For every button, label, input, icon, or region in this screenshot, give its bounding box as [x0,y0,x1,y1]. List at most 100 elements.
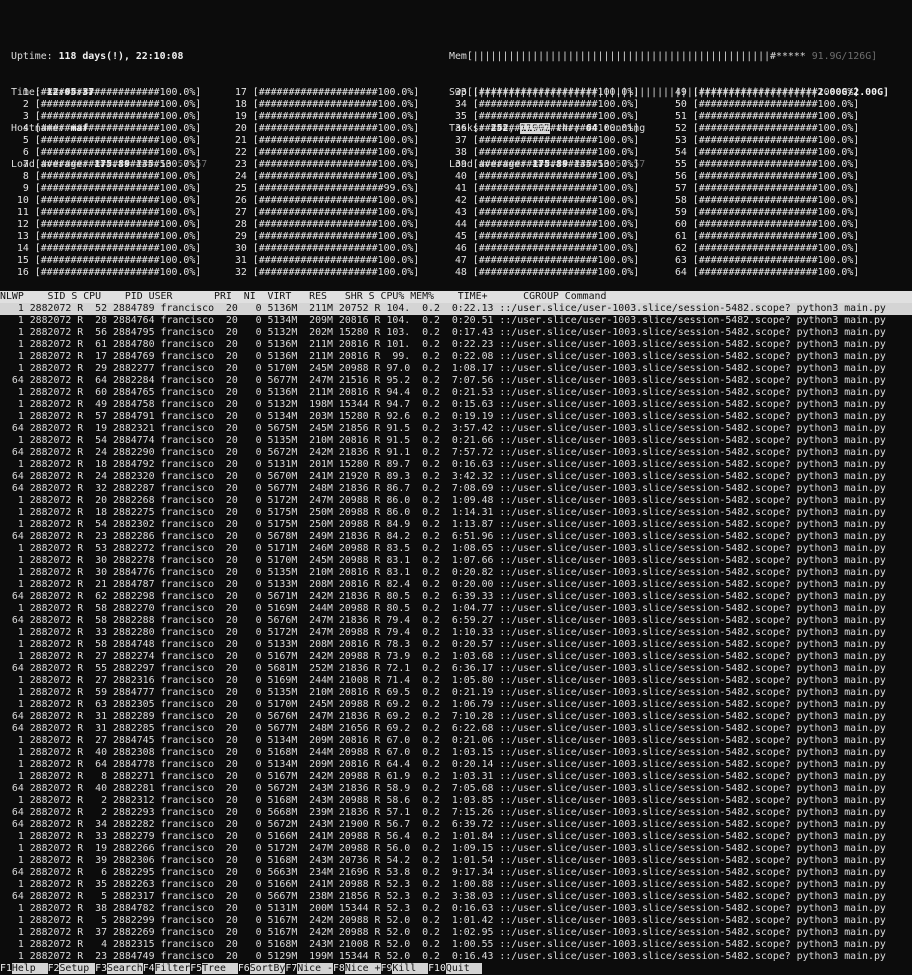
fkey-label: Kill [392,963,429,974]
process-row[interactable]: 64 2882072 R 62 2882298 francisco 20 0 5… [0,591,912,603]
cpu-meter: 44 [####################100.0%] [449,219,640,230]
process-row[interactable]: 1 2882072 R 2 2882312 francisco 20 0 516… [0,795,912,807]
process-row[interactable]: 1 2882072 R 29 2882277 francisco 20 0 51… [0,363,912,375]
process-row[interactable]: 64 2882072 R 2 2882293 francisco 20 0 56… [0,807,912,819]
process-row[interactable]: 64 2882072 R 5 2882317 francisco 20 0 56… [0,891,912,903]
process-row[interactable]: 1 2882072 R 19 2882266 francisco 20 0 51… [0,843,912,855]
cpu-meter: 58 [####################100.0%] [669,195,860,206]
cpu-meters: 1 [####################100.0%] 2 [######… [11,87,859,278]
process-row[interactable]: 64 2882072 R 31 2882289 francisco 20 0 5… [0,711,912,723]
process-row[interactable]: 64 2882072 R 24 2882290 francisco 20 0 5… [0,447,912,459]
cpu-meter: 14 [####################100.0%] [11,243,202,254]
process-row[interactable]: 1 2882072 R 21 2884787 francisco 20 0 51… [0,579,912,591]
process-row[interactable]: 64 2882072 R 64 2882284 francisco 20 0 5… [0,375,912,387]
fkey-search-button[interactable]: F3Search [95,963,143,974]
cpu-meter: 36 [####################100.0%] [449,123,640,134]
fkey-filter-button[interactable]: F4Filter [142,963,191,974]
process-row[interactable]: 1 2882072 R 4 2882315 francisco 20 0 516… [0,939,912,951]
process-row[interactable]: 64 2882072 R 6 2882295 francisco 20 0 56… [0,867,912,879]
process-column-header[interactable]: NLWP SID S CPU PID USER PRI NI VIRT RES … [0,291,912,303]
process-row[interactable]: 64 2882072 R 40 2882281 francisco 20 0 5… [0,783,912,795]
process-list[interactable]: 1 2882072 R 52 2884789 francisco 20 0 51… [0,303,912,963]
fkey-tree-button[interactable]: F5Tree [190,963,238,974]
process-row[interactable]: 1 2882072 R 30 2884776 francisco 20 0 51… [0,567,912,579]
process-row[interactable]: 1 2882072 R 60 2884765 francisco 20 0 51… [0,387,912,399]
fkey-quit-button[interactable]: F10Quit [428,963,482,974]
cpu-meter: 55 [####################100.0%] [669,159,860,170]
process-row[interactable]: 64 2882072 R 55 2882297 francisco 20 0 5… [0,663,912,675]
cpu-meter: 27 [####################100.0%] [229,207,420,218]
cpu-meter: 47 [####################100.0%] [449,255,640,266]
fkey-kill-button[interactable]: F9Kill [380,963,429,974]
process-row[interactable]: 1 2882072 R 53 2882272 francisco 20 0 51… [0,543,912,555]
process-row[interactable]: 1 2882072 R 52 2884789 francisco 20 0 51… [0,303,912,315]
process-row[interactable]: 1 2882072 R 54 2882302 francisco 20 0 51… [0,519,912,531]
process-row[interactable]: 64 2882072 R 24 2882320 francisco 20 0 5… [0,471,912,483]
process-row[interactable]: 64 2882072 R 32 2882287 francisco 20 0 5… [0,483,912,495]
cpu-meter: 37 [####################100.0%] [449,135,640,146]
cpu-meter: 12 [####################100.0%] [11,219,202,230]
process-row[interactable]: 1 2882072 R 23 2884749 francisco 20 0 51… [0,951,912,963]
process-row[interactable]: 64 2882072 R 34 2882282 francisco 20 0 5… [0,819,912,831]
process-row[interactable]: 1 2882072 R 5 2882299 francisco 20 0 516… [0,915,912,927]
process-row[interactable]: 1 2882072 R 64 2884778 francisco 20 0 51… [0,759,912,771]
cpu-meter: 51 [####################100.0%] [669,111,860,122]
cpu-meter: 20 [####################100.0%] [229,123,420,134]
process-row[interactable]: 1 2882072 R 33 2882279 francisco 20 0 51… [0,831,912,843]
fkey-label: Filter [154,963,191,974]
process-row[interactable]: 1 2882072 R 58 2884748 francisco 20 0 51… [0,639,912,651]
process-row[interactable]: 1 2882072 R 39 2882306 francisco 20 0 51… [0,855,912,867]
cpu-meter: 38 [####################100.0%] [449,147,640,158]
process-row[interactable]: 1 2882072 R 54 2884774 francisco 20 0 51… [0,435,912,447]
fkey-help-button[interactable]: F1Help [0,963,48,974]
fkey-label: Tree [202,963,238,974]
process-row[interactable]: 1 2882072 R 49 2884758 francisco 20 0 51… [0,399,912,411]
process-row[interactable]: 1 2882072 R 17 2884769 francisco 20 0 51… [0,351,912,363]
process-row[interactable]: 1 2882072 R 28 2884764 francisco 20 0 51… [0,315,912,327]
process-row[interactable]: 1 2882072 R 38 2884782 francisco 20 0 51… [0,903,912,915]
process-row[interactable]: 1 2882072 R 30 2882278 francisco 20 0 51… [0,555,912,567]
process-row[interactable]: 1 2882072 R 61 2884780 francisco 20 0 51… [0,339,912,351]
process-row[interactable]: 1 2882072 R 20 2882268 francisco 20 0 51… [0,495,912,507]
cpu-meter: 41 [####################100.0%] [449,183,640,194]
fkey-nice-button[interactable]: F8Nice + [332,963,381,974]
cpu-meter: 48 [####################100.0%] [449,267,640,278]
process-row[interactable]: 1 2882072 R 27 2882274 francisco 20 0 51… [0,651,912,663]
cpu-meter: 29 [####################100.0%] [229,231,420,242]
cpu-meter: 24 [####################100.0%] [229,171,420,182]
fkey-key: F1 [0,963,12,974]
process-row[interactable]: 1 2882072 R 35 2882263 francisco 20 0 51… [0,879,912,891]
fkey-label: Nice - [297,963,333,974]
process-row[interactable]: 1 2882072 R 27 2884745 francisco 20 0 51… [0,735,912,747]
cpu-meter: 18 [####################100.0%] [229,99,420,110]
process-row[interactable]: 1 2882072 R 27 2882316 francisco 20 0 51… [0,675,912,687]
process-row[interactable]: 1 2882072 R 57 2884791 francisco 20 0 51… [0,411,912,423]
process-row[interactable]: 1 2882072 R 18 2882275 francisco 20 0 51… [0,507,912,519]
fkey-nice-button[interactable]: F7Nice - [285,963,333,974]
process-row[interactable]: 1 2882072 R 58 2882270 francisco 20 0 51… [0,603,912,615]
cpu-meter: 15 [####################100.0%] [11,255,202,266]
cpu-meter: 52 [####################100.0%] [669,123,860,134]
process-row[interactable]: 64 2882072 R 23 2882286 francisco 20 0 5… [0,531,912,543]
process-row[interactable]: 1 2882072 R 56 2884795 francisco 20 0 51… [0,327,912,339]
process-row[interactable]: 64 2882072 R 58 2882288 francisco 20 0 5… [0,615,912,627]
fkey-setup-button[interactable]: F2Setup [47,963,96,974]
cpu-meter: 1 [####################100.0%] [11,87,202,98]
memory-meter: Mem[||||||||||||||||||||||||||||||||||||… [449,51,889,63]
process-row[interactable]: 64 2882072 R 31 2882285 francisco 20 0 5… [0,723,912,735]
cpu-meter: 50 [####################100.0%] [669,99,860,110]
fkey-key: F9 [380,963,393,974]
process-row[interactable]: 1 2882072 R 40 2882308 francisco 20 0 51… [0,747,912,759]
fkey-label: Setup [59,963,96,974]
process-row[interactable]: 1 2882072 R 33 2882280 francisco 20 0 51… [0,627,912,639]
process-row[interactable]: 1 2882072 R 37 2882269 francisco 20 0 51… [0,927,912,939]
process-row[interactable]: 1 2882072 R 59 2884777 francisco 20 0 51… [0,687,912,699]
process-row[interactable]: 1 2882072 R 18 2884792 francisco 20 0 51… [0,459,912,471]
process-row[interactable]: 64 2882072 R 19 2882321 francisco 20 0 5… [0,423,912,435]
uptime-value: 118 days(!), 22:10:08 [58,51,184,62]
fkey-sortby-button[interactable]: F6SortBy [237,963,286,974]
cpu-meter: 49 [####################100.0%] [669,87,860,98]
cpu-meter: 62 [####################100.0%] [669,243,860,254]
process-row[interactable]: 1 2882072 R 8 2882271 francisco 20 0 516… [0,771,912,783]
process-row[interactable]: 1 2882072 R 63 2882305 francisco 20 0 51… [0,699,912,711]
